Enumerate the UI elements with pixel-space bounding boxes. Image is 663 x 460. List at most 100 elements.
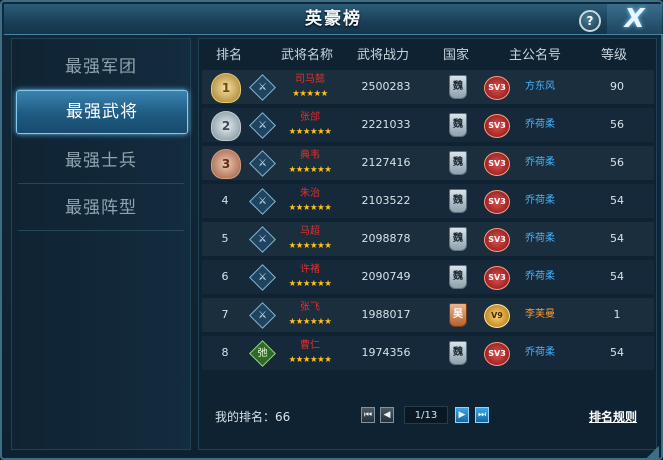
category-sidebar: 最强军团 最强武将 最强士兵 最强阵型 <box>11 38 191 450</box>
hero-power: 1988017 <box>361 308 411 321</box>
table-row[interactable]: 6 ⚔ 许褚 ★★★★★★ 2090749 魏 SV3 乔荷柔 54 <box>202 260 654 294</box>
vip-badge-icon: SV3 <box>484 76 510 100</box>
next-page-button[interactable]: ▶ <box>455 407 469 423</box>
hero-power: 2221033 <box>361 118 411 131</box>
header-level: 等级 <box>600 48 627 63</box>
hero-name[interactable]: 朱治 <box>276 187 344 201</box>
level-value: 56 <box>610 118 624 131</box>
rank-number: 4 <box>221 194 229 207</box>
vip-badge-icon: SV3 <box>484 152 510 176</box>
lord-name[interactable]: 乔荷柔 <box>510 108 570 142</box>
level-value: 90 <box>610 80 624 93</box>
vip-badge-icon: SV3 <box>484 266 510 290</box>
hero-power: 2090749 <box>361 270 411 283</box>
country-badge-icon: 魏 <box>449 265 467 289</box>
hero-stars: ★★★★★★ <box>288 241 332 251</box>
table-row[interactable]: 5 ⚔ 马超 ★★★★★★ 2098878 魏 SV3 乔荷柔 54 <box>202 222 654 256</box>
close-button[interactable]: X <box>607 4 662 34</box>
hero-stars: ★★★★★★ <box>288 127 332 137</box>
table-row[interactable]: 2 ⚔ 张郃 ★★★★★★ 2221033 魏 SV3 乔荷柔 56 <box>202 108 654 142</box>
country-badge-icon: 魏 <box>449 113 467 137</box>
troop-type-icon: ⚔ <box>249 226 276 253</box>
hero-name[interactable]: 司马懿 <box>276 73 344 87</box>
last-page-button[interactable]: ⏭ <box>475 407 489 423</box>
table-row[interactable]: 1 ⚔ 司马懿 ★★★★★ 2500283 魏 SV3 方东风 90 <box>202 70 654 104</box>
hero-name[interactable]: 曹仁 <box>276 339 344 353</box>
hero-stars: ★★★★★★ <box>288 165 332 175</box>
hero-name[interactable]: 马超 <box>276 225 344 239</box>
header-country: 国家 <box>442 48 469 63</box>
my-rank-label: 我的排名：66 <box>215 410 291 424</box>
level-value: 54 <box>610 346 624 359</box>
sidebar-item-strongest-formation[interactable]: 最强阵型 <box>12 186 190 230</box>
sidebar-item-strongest-general[interactable]: 最强武将 <box>16 90 188 134</box>
ranking-rules-link[interactable]: 排名规则 <box>589 408 637 426</box>
hero-name[interactable]: 张郃 <box>276 111 344 125</box>
leaderboard-window: 英豪榜 ? X 最强军团 最强武将 最强士兵 最强阵型 排名 武将名称 武将战力… <box>0 0 663 460</box>
rank-medal-icon: 2 <box>211 111 241 141</box>
prev-page-button[interactable]: ◀ <box>380 407 394 423</box>
close-icon: X <box>624 4 645 34</box>
level-value: 54 <box>610 194 624 207</box>
lord-name[interactable]: 李芙曼 <box>510 298 570 332</box>
sidebar-item-strongest-soldier[interactable]: 最强士兵 <box>12 139 190 183</box>
hero-power: 2103522 <box>361 194 411 207</box>
ranking-panel: 排名 武将名称 武将战力 国家 主公名号 等级 1 ⚔ 司马懿 ★★★★★ 250028… <box>198 38 657 450</box>
troop-type-icon: ⚔ <box>249 264 276 291</box>
rank-number: 7 <box>221 308 229 321</box>
title-bar: 英豪榜 <box>4 4 663 35</box>
country-badge-icon: 魏 <box>449 75 467 99</box>
rank-medal-icon: 3 <box>211 149 241 179</box>
table-row[interactable]: 4 ⚔ 朱治 ★★★★★★ 2103522 魏 SV3 乔荷柔 54 <box>202 184 654 218</box>
hero-stars: ★★★★★★ <box>288 355 332 365</box>
hero-name[interactable]: 张飞 <box>276 301 344 315</box>
vip-badge-icon: SV3 <box>484 342 510 366</box>
troop-type-icon: ⚔ <box>249 188 276 215</box>
lord-name[interactable]: 乔荷柔 <box>510 336 570 370</box>
table-row[interactable]: 7 ⚔ 张飞 ★★★★★★ 1988017 吴 V9 李芙曼 1 <box>202 298 654 332</box>
table-row[interactable]: 3 ⚔ 典韦 ★★★★★★ 2127416 魏 SV3 乔荷柔 56 <box>202 146 654 180</box>
hero-stars: ★★★★★★ <box>288 279 332 289</box>
troop-type-icon: ⚔ <box>249 112 276 139</box>
header-rank: 排名 <box>215 48 242 63</box>
page-indicator: 1/13 <box>404 406 448 424</box>
level-value: 54 <box>610 270 624 283</box>
lord-name[interactable]: 乔荷柔 <box>510 222 570 256</box>
sidebar-item-strongest-legion[interactable]: 最强军团 <box>12 45 190 89</box>
lord-name[interactable]: 乔荷柔 <box>510 146 570 180</box>
header-hero-power: 武将战力 <box>356 48 409 63</box>
hero-power: 2127416 <box>361 156 411 169</box>
first-page-button[interactable]: ⏮ <box>361 407 375 423</box>
country-badge-icon: 魏 <box>449 189 467 213</box>
hero-stars: ★★★★★★ <box>288 317 332 327</box>
vip-badge-icon: V9 <box>484 304 510 328</box>
troop-type-icon: ⚔ <box>249 74 276 101</box>
header-lord-name: 主公名号 <box>508 48 561 63</box>
troop-type-icon: ⚔ <box>249 150 276 177</box>
help-button[interactable]: ? <box>579 10 601 32</box>
country-badge-icon: 魏 <box>449 227 467 251</box>
rank-medal-icon: 1 <box>211 73 241 103</box>
sidebar-divider <box>18 230 184 231</box>
rank-number: 6 <box>221 270 229 283</box>
sidebar-divider <box>18 183 184 184</box>
level-value: 1 <box>613 308 621 321</box>
header-hero-name: 武将名称 <box>280 48 333 63</box>
vip-badge-icon: SV3 <box>484 114 510 138</box>
level-value: 56 <box>610 156 624 169</box>
hero-power: 2098878 <box>361 232 411 245</box>
hero-name[interactable]: 许褚 <box>276 263 344 277</box>
vip-badge-icon: SV3 <box>484 190 510 214</box>
level-value: 54 <box>610 232 624 245</box>
table-row[interactable]: 8 弛曹仁 ★★★★★★ 1974356 魏 SV3 乔荷柔 54 <box>202 336 654 370</box>
corner-decoration <box>647 446 659 458</box>
lord-name[interactable]: 方东风 <box>510 70 570 104</box>
lord-name[interactable]: 乔荷柔 <box>510 184 570 218</box>
troop-type-icon: ⚔ <box>249 302 276 329</box>
hero-power: 2500283 <box>361 80 411 93</box>
hero-name[interactable]: 典韦 <box>276 149 344 163</box>
window-title: 英豪榜 <box>305 9 362 29</box>
hero-power: 1974356 <box>361 346 411 359</box>
rank-number: 8 <box>221 346 229 359</box>
lord-name[interactable]: 乔荷柔 <box>510 260 570 294</box>
